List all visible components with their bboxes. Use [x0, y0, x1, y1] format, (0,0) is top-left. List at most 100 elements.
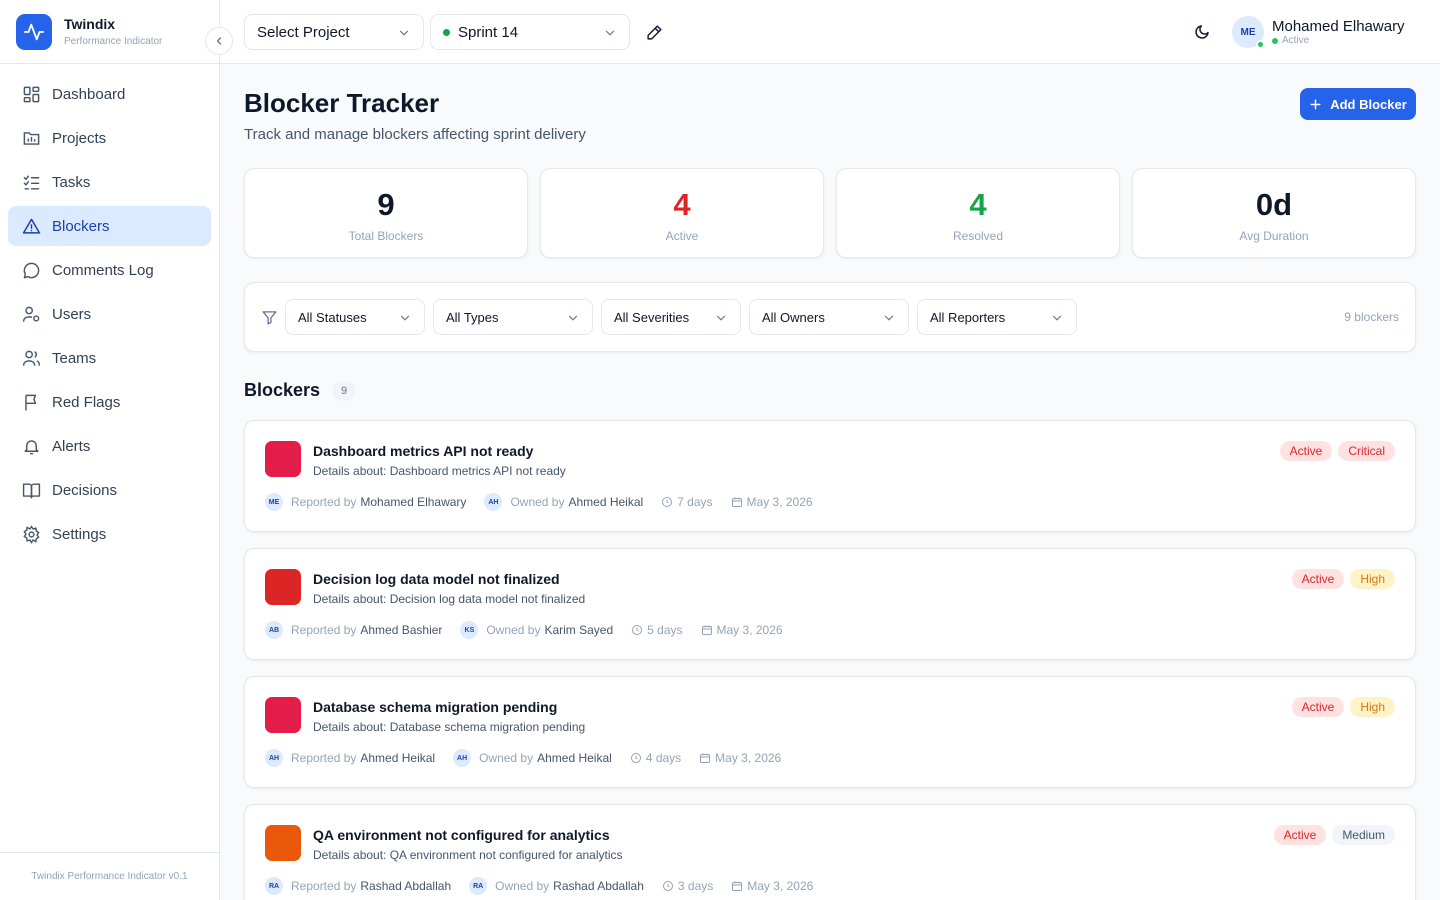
sidebar-item-label: Comments Log: [52, 261, 154, 279]
projects-icon: [20, 127, 42, 149]
date-info: May 3, 2026: [731, 879, 813, 893]
collapse-sidebar-button[interactable]: [205, 27, 233, 55]
chevron-left-icon: [216, 37, 222, 45]
chevron-down-icon: [399, 30, 409, 36]
sidebar-item-blockers[interactable]: Blockers: [8, 206, 211, 246]
blocker-description: Details about: Decision log data model n…: [313, 592, 586, 606]
brand: Twindix Performance Indicator: [0, 0, 233, 64]
stat-card-avg-duration: 0d Avg Duration: [1132, 168, 1416, 258]
severity-filter[interactable]: All Severities: [601, 299, 741, 335]
stats-row: 9 Total Blockers 4 Active 4 Resolved 0d …: [244, 168, 1416, 258]
owner-filter-value: All Owners: [762, 309, 825, 325]
calendar-icon: [732, 881, 743, 891]
reporter-name: Ahmed Bashier: [360, 623, 443, 637]
page-subtitle: Track and manage blockers affecting spri…: [244, 126, 586, 143]
type-filter[interactable]: All Types: [433, 299, 593, 335]
blocker-badges: Active Medium: [1268, 825, 1395, 845]
sidebar-item-label: Projects: [52, 129, 107, 147]
status-dot: [1272, 37, 1278, 44]
sidebar-item-dashboard[interactable]: Dashboard: [8, 74, 211, 114]
owner-prefix: Owned by: [479, 751, 534, 765]
owner-avatar: AH: [484, 493, 503, 511]
reporter-filter[interactable]: All Reporters: [917, 299, 1077, 335]
blocker-duration: 4 days: [645, 751, 682, 765]
sprint-select[interactable]: Sprint 14: [430, 14, 630, 50]
owner-avatar: KS: [460, 621, 479, 639]
blocker-description: Details about: Database schema migration…: [313, 720, 586, 734]
sidebar-item-teams[interactable]: Teams: [8, 338, 211, 378]
date-info: May 3, 2026: [701, 623, 783, 637]
blocker-card[interactable]: Decision log data model not finalized De…: [244, 548, 1416, 660]
blocker-description: Details about: QA environment not config…: [313, 848, 623, 862]
reporter-avatar: AH: [265, 749, 283, 767]
project-select-value: Select Project: [257, 23, 350, 41]
sidebar-item-tasks[interactable]: Tasks: [8, 162, 211, 202]
add-blocker-button[interactable]: Add Blocker: [1300, 88, 1416, 120]
sidebar-item-label: Tasks: [52, 173, 91, 191]
duration-info: 3 days: [662, 879, 713, 893]
severity-badge: High: [1350, 697, 1395, 717]
owner-prefix: Owned by: [510, 495, 565, 509]
sidebar-item-label: Users: [52, 305, 92, 323]
chevron-down-icon: [568, 315, 578, 321]
filter-icon: [262, 311, 277, 325]
sidebar-item-projects[interactable]: Projects: [8, 118, 211, 158]
owner-name: Ahmed Heikal: [568, 495, 644, 509]
edit-sprint-button[interactable]: [644, 22, 664, 42]
severity-filter-value: All Severities: [614, 309, 690, 325]
brand-name: Twindix: [64, 16, 116, 32]
chevron-down-icon: [605, 30, 615, 36]
calendar-icon: [700, 753, 711, 763]
sidebar-item-settings[interactable]: Settings: [8, 514, 211, 554]
reporter-info: RA Reported by Rashad Abdallah: [265, 877, 451, 895]
blocker-date: May 3, 2026: [716, 623, 783, 637]
severity-badge: High: [1350, 569, 1395, 589]
sidebar-item-label: Blockers: [52, 217, 110, 235]
date-info: May 3, 2026: [731, 495, 813, 509]
sidebar-item-decisions[interactable]: Decisions: [8, 470, 211, 510]
activity-logo-icon: [16, 13, 52, 50]
user-initials: ME: [1240, 26, 1256, 38]
blocker-date: May 3, 2026: [715, 751, 782, 765]
moon-icon: [1195, 25, 1209, 39]
blocker-title: Decision log data model not finalized: [313, 571, 560, 587]
sidebar: Twindix Performance Indicator Dashboard …: [0, 0, 233, 900]
user-avatar[interactable]: ME: [1232, 16, 1265, 49]
duration-info: 4 days: [630, 751, 681, 765]
stat-value: 9: [377, 187, 395, 222]
blocker-card[interactable]: QA environment not configured for analyt…: [244, 804, 1416, 900]
reporter-name: Ahmed Heikal: [360, 751, 436, 765]
status-badge: Active: [1291, 569, 1345, 589]
blocker-card[interactable]: Database schema migration pending Detail…: [244, 676, 1416, 788]
owner-info: AH Owned by Ahmed Heikal: [453, 749, 612, 767]
reporter-info: ME Reported by Mohamed Elhawary: [265, 493, 466, 511]
chevron-down-icon: [1052, 315, 1062, 321]
blocker-color-indicator: [265, 569, 301, 605]
sidebar-item-alerts[interactable]: Alerts: [8, 426, 211, 466]
sidebar-item-label: Alerts: [52, 437, 91, 455]
stat-card-total: 9 Total Blockers: [244, 168, 528, 258]
status-badge: Active: [1273, 825, 1327, 845]
blocker-color-indicator: [265, 825, 301, 861]
theme-toggle-button[interactable]: [1192, 22, 1212, 42]
project-select[interactable]: Select Project: [244, 14, 424, 50]
reporter-info: AB Reported by Ahmed Bashier: [265, 621, 442, 639]
status-badge: Active: [1291, 697, 1345, 717]
top-header: Select Project Sprint 14 ME Mohamed Elha…: [220, 0, 1440, 64]
owner-prefix: Owned by: [495, 879, 550, 893]
blocker-date: May 3, 2026: [746, 495, 813, 509]
reporter-name: Mohamed Elhawary: [360, 495, 467, 509]
owner-name: Rashad Abdallah: [553, 879, 644, 893]
clock-icon: [630, 753, 641, 763]
sidebar-item-comments-log[interactable]: Comments Log: [8, 250, 211, 290]
pencil-icon: [646, 24, 662, 40]
calendar-icon: [701, 625, 712, 635]
flag-icon: [20, 391, 42, 413]
alert-triangle-icon: [20, 215, 42, 237]
owner-filter[interactable]: All Owners: [749, 299, 909, 335]
blocker-card[interactable]: Dashboard metrics API not ready Details …: [244, 420, 1416, 532]
sidebar-item-red-flags[interactable]: Red Flags: [8, 382, 211, 422]
sidebar-item-users[interactable]: Users: [8, 294, 211, 334]
sprint-select-value: Sprint 14: [458, 23, 519, 41]
status-filter[interactable]: All Statuses: [285, 299, 425, 335]
